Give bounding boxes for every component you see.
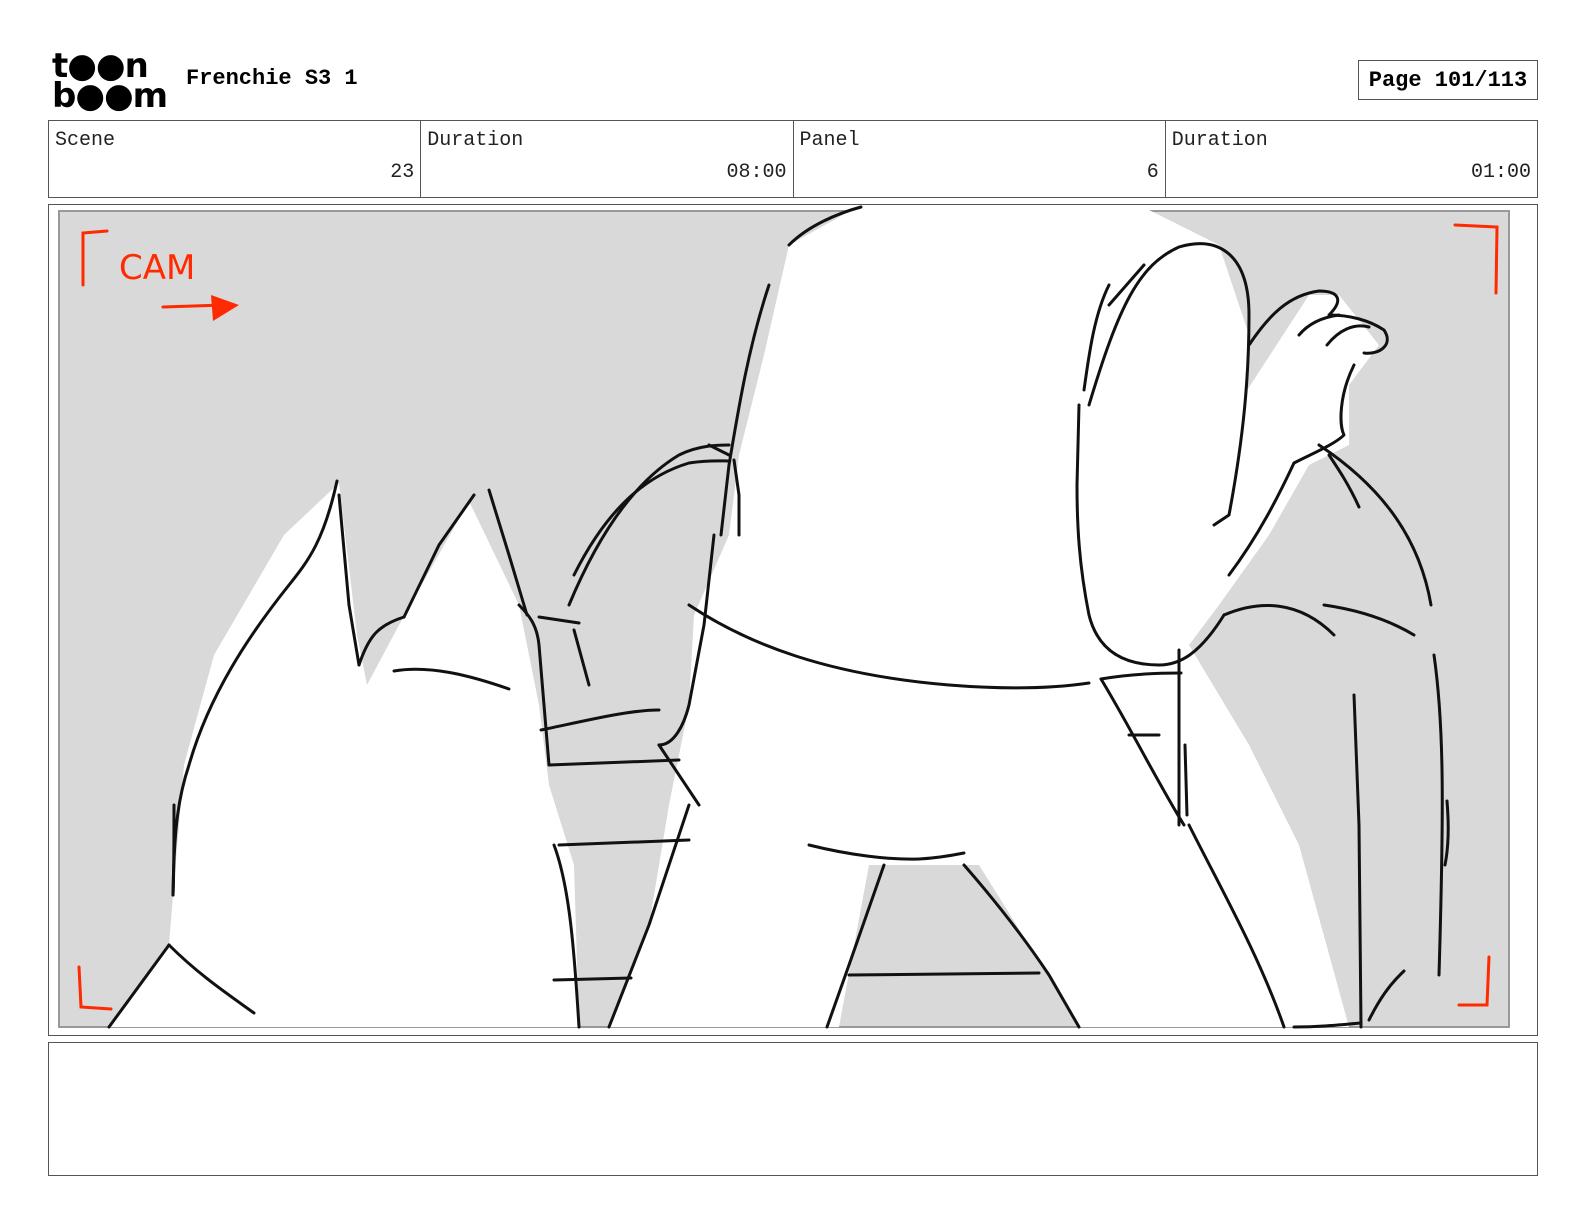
toonboom-logo: t●●n b●●m <box>52 49 168 116</box>
caption-box <box>48 1042 1538 1176</box>
scene-duration-value: 08:00 <box>726 161 787 184</box>
page-indicator: Page 101/113 <box>1358 60 1538 100</box>
scene-label: Scene <box>55 129 116 152</box>
scene-info-row: Scene 23 Duration 08:00 Panel 6 Duration… <box>48 120 1538 198</box>
page-label: Page 101/113 <box>1368 67 1528 93</box>
panel-duration-cell: Duration 01:00 <box>1166 121 1537 197</box>
panel-value: 6 <box>1146 161 1159 184</box>
project-title: Frenchie S3 1 <box>186 66 358 91</box>
scene-duration-cell: Duration 08:00 <box>421 121 794 197</box>
panel-cell: Panel 6 <box>794 121 1166 197</box>
panel-label: Panel <box>799 129 860 152</box>
logo-text-bottom: b●●m <box>52 76 168 116</box>
scene-value: 23 <box>390 161 415 184</box>
cam-label: CAM <box>119 248 195 288</box>
panel-drawing: CAM <box>58 205 1510 1029</box>
scene-duration-label: Duration <box>427 129 524 152</box>
panel-duration-label: Duration <box>1171 129 1268 152</box>
panel-duration-value: 01:00 <box>1470 161 1531 184</box>
scene-cell: Scene 23 <box>49 121 422 197</box>
storyboard-panel: CAM <box>48 204 1538 1036</box>
